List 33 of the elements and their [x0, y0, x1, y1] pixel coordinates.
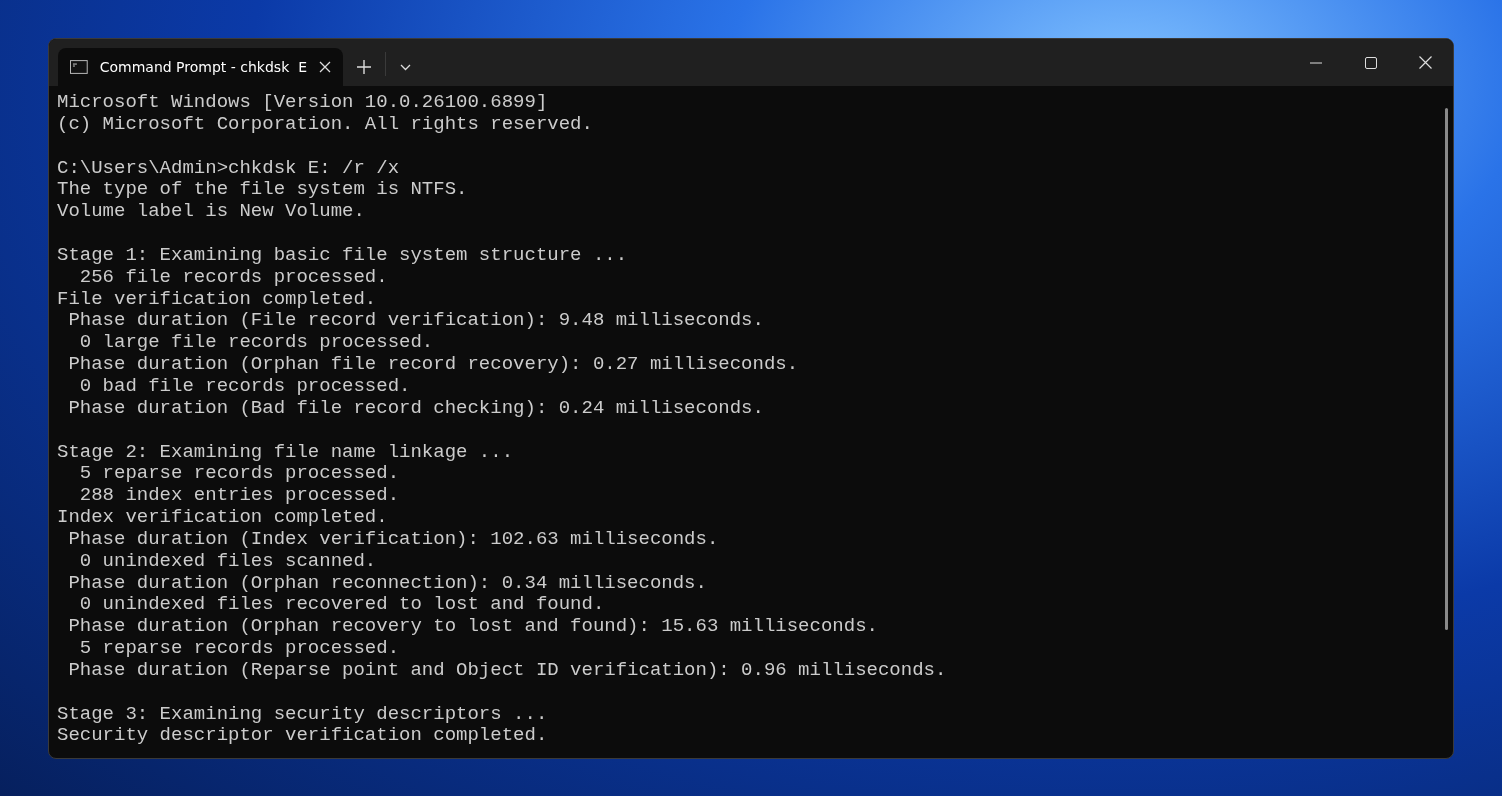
console-line: C:\Users\Admin>chkdsk E: /r /x	[57, 157, 401, 180]
terminal-tab[interactable]: Command Prompt - chkdsk E	[58, 48, 343, 86]
console-line: 5 reparse records processed.	[78, 463, 401, 486]
scrollbar-thumb[interactable]	[1444, 108, 1448, 630]
console-line: Microsoft Windows [Version 10.0.26100.6899]	[57, 92, 549, 114]
console-line: File verification completed.	[57, 288, 378, 311]
console-line: Volume label is New Volume.	[57, 201, 366, 224]
tab-title: Command Prompt - chkdsk E	[99, 59, 307, 75]
console-line: The type of the file system is NTFS.	[57, 179, 469, 202]
console-line: Phase duration (Orphan recovery to lost and found): 15.63 milliseconds.	[67, 616, 879, 639]
console-line: 256 file records processed.	[78, 266, 389, 289]
terminal-icon	[70, 60, 88, 74]
console-line: Stage 1: Examining basic file system structure ...	[57, 244, 629, 267]
new-tab-icon[interactable]	[357, 60, 371, 74]
console-line: Phase duration (Reparse point and Object ID verification): 0.96 milliseconds.	[67, 659, 948, 682]
console-line: Security descriptor verification completed.	[57, 725, 549, 748]
console-line: (c) Microsoft Corporation. All rights reserved.	[57, 113, 594, 136]
console-line: Phase duration (File record verification): 9.48 milliseconds.	[67, 310, 765, 333]
console-line: 0 unindexed files scanned.	[78, 550, 378, 573]
console-line: Index verification completed.	[57, 507, 389, 529]
console-line: 0 unindexed files recovered to lost and found.	[78, 594, 606, 617]
console-line: Phase duration (Orphan file record recovery): 0.27 milliseconds.	[67, 354, 800, 376]
chevron-down-icon[interactable]	[400, 63, 411, 71]
console-line: Stage 3: Examining security descriptors ...	[57, 703, 549, 726]
console-line: 0 bad file records processed.	[78, 375, 412, 398]
console-line: Phase duration (Index verification): 102.63 milliseconds.	[67, 528, 720, 551]
console-line: Phase duration (Bad file record checking): 0.24 milliseconds.	[67, 397, 765, 420]
console-line: 5 reparse records processed.	[78, 638, 401, 660]
console-line: Stage 2: Examining file name linkage ...	[57, 441, 515, 464]
console-line: 0 large file records processed.	[78, 332, 435, 355]
console-line: Phase duration (Orphan reconnection): 0.34 milliseconds.	[67, 572, 708, 595]
console-line: 288 index entries processed.	[78, 485, 401, 508]
close-tab-icon[interactable]	[319, 61, 331, 73]
